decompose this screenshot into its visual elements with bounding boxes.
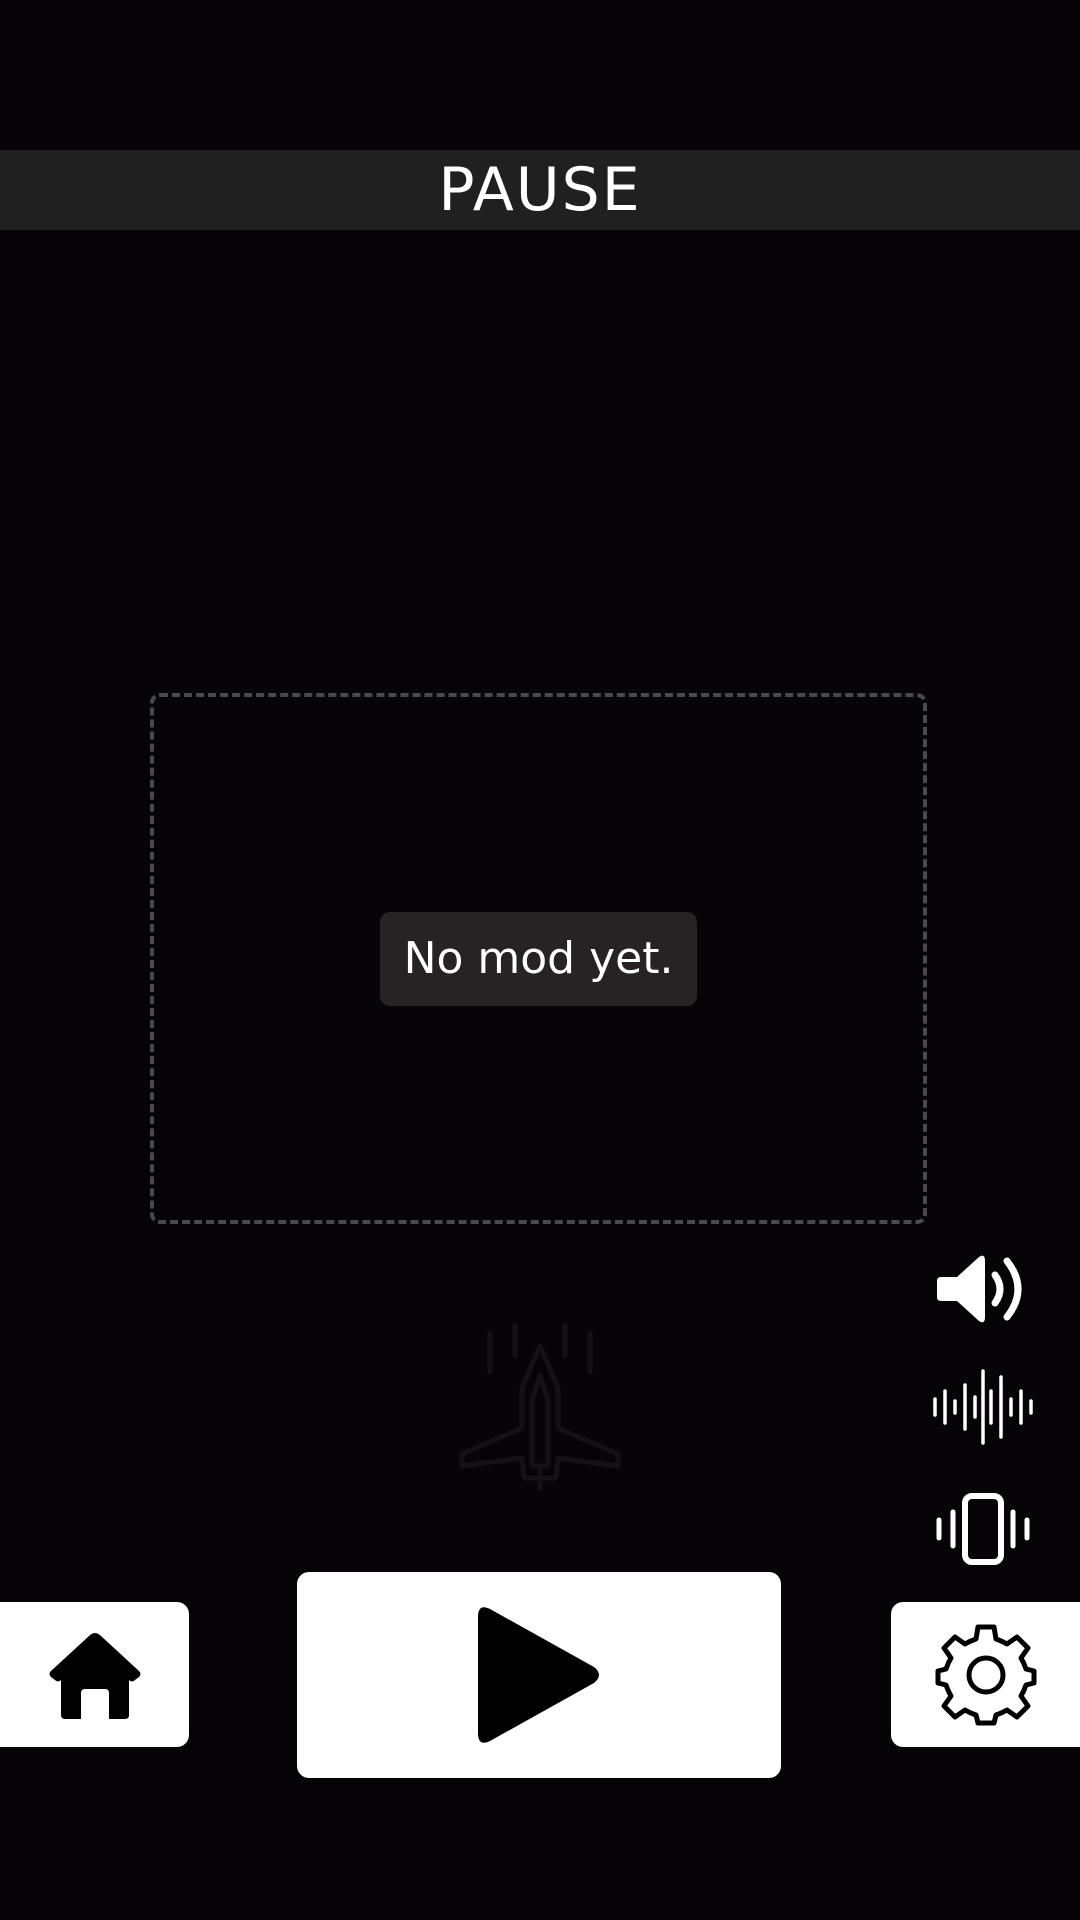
vibration-toggle[interactable] (928, 1484, 1038, 1574)
header-bar: PAUSE (0, 150, 1080, 230)
page-title: PAUSE (438, 155, 642, 225)
home-button[interactable] (0, 1602, 189, 1747)
play-icon (478, 1607, 599, 1743)
music-toggle[interactable] (928, 1362, 1038, 1452)
mod-panel: No mod yet. (150, 693, 927, 1224)
sound-toggle[interactable] (928, 1244, 1038, 1334)
home-icon (49, 1632, 140, 1719)
audio-wave-icon (933, 1369, 1033, 1445)
gear-icon (935, 1624, 1036, 1725)
no-mod-label: No mod yet. (379, 911, 698, 1006)
settings-button[interactable] (891, 1602, 1080, 1747)
pause-screen: PAUSE No mod yet. (0, 0, 1080, 1920)
vibration-icon (936, 1493, 1030, 1565)
sound-icon (937, 1255, 1022, 1323)
play-button[interactable] (297, 1572, 781, 1778)
spaceship-icon (459, 1323, 621, 1491)
